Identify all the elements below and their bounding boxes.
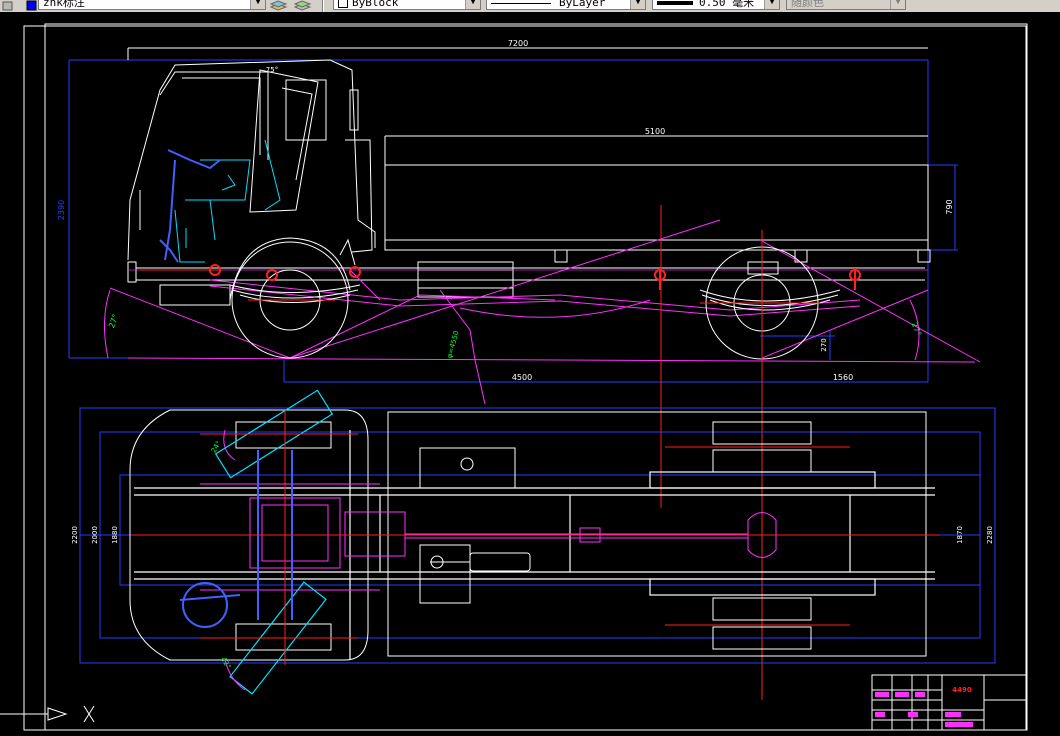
dim-overall-height: 2390	[57, 200, 66, 220]
top-view: 24° 42° 2200 2000 1880 1870 2280	[71, 389, 996, 695]
layer-previous-icon[interactable]	[293, 0, 312, 11]
dim-wheelbase: 4500	[512, 373, 532, 382]
ucs-icon	[0, 705, 95, 723]
dim-width-track: 1870	[956, 526, 964, 544]
dim-break-angle: φ=4550	[446, 330, 461, 359]
plot-style-select: 随颜色 ▼	[786, 0, 906, 10]
cad-drawing[interactable]: 7200 5100 2390 790 4500 1560 270 27° 27°…	[0, 12, 1060, 732]
chevron-down-icon[interactable]: ▼	[764, 0, 779, 9]
chevron-down-icon[interactable]: ▼	[250, 0, 265, 9]
side-view: 7200 5100 2390 790 4500 1560 270 27° 27°…	[57, 39, 981, 700]
dim-steer-angle-bottom: 42°	[219, 656, 232, 671]
lineweight-select[interactable]: 0.50 毫米 ▼	[652, 0, 780, 10]
dim-body-length: 5100	[645, 127, 665, 136]
dim-ground-clearance: 270	[820, 338, 828, 351]
dim-overall-length: 7200	[508, 39, 528, 48]
dim-width-outer: 2200	[71, 526, 79, 544]
checkbox-icon	[338, 0, 348, 8]
text-style-select[interactable]: zhk标注 ▼	[38, 0, 266, 10]
dim-rear-overhang: 1560	[833, 373, 853, 382]
linetype-select[interactable]: ByLayer ▼	[486, 0, 646, 10]
lineweight-sample-icon	[657, 1, 693, 5]
chevron-down-icon[interactable]: ▼	[465, 0, 480, 9]
dim-cab-tilt: 75°	[266, 66, 278, 74]
drawing-canvas[interactable]: 7200 5100 2390 790 4500 1560 270 27° 27°…	[0, 12, 1060, 732]
dim-width-frame: 2280	[986, 526, 994, 544]
text-style-value: zhk标注	[43, 0, 85, 9]
chevron-down-icon: ▼	[890, 0, 905, 9]
layer-manager-icon[interactable]	[269, 0, 288, 11]
toolbar-separator	[322, 0, 324, 12]
properties-toolbar: zhk标注 ▼ ByBlock ▼ ByLayer ▼ 0.50 毫米 ▼ 随颜…	[0, 0, 1060, 12]
dim-steer-angle-top: 24°	[210, 440, 223, 455]
linetype-color-select[interactable]: ByBlock ▼	[333, 0, 481, 10]
style-icon[interactable]	[2, 0, 14, 11]
layer-color-icon	[26, 0, 38, 11]
dim-approach-angle: 27°	[107, 313, 120, 329]
dim-width-inner: 1880	[111, 526, 119, 544]
linetype-color-value: ByBlock	[352, 0, 399, 9]
dim-departure-angle: 27°	[910, 321, 923, 337]
title-block-title: 4490	[952, 686, 972, 694]
dim-body-height: 790	[945, 199, 954, 214]
chevron-down-icon[interactable]: ▼	[630, 0, 645, 9]
dim-width-left: 2000	[91, 526, 99, 544]
plot-style-value: 随颜色	[791, 0, 824, 9]
lineweight-value: 0.50 毫米	[699, 0, 755, 9]
linetype-sample-icon	[491, 2, 551, 4]
linetype-value: ByLayer	[559, 0, 606, 9]
title-block: 4490	[871, 674, 1027, 731]
